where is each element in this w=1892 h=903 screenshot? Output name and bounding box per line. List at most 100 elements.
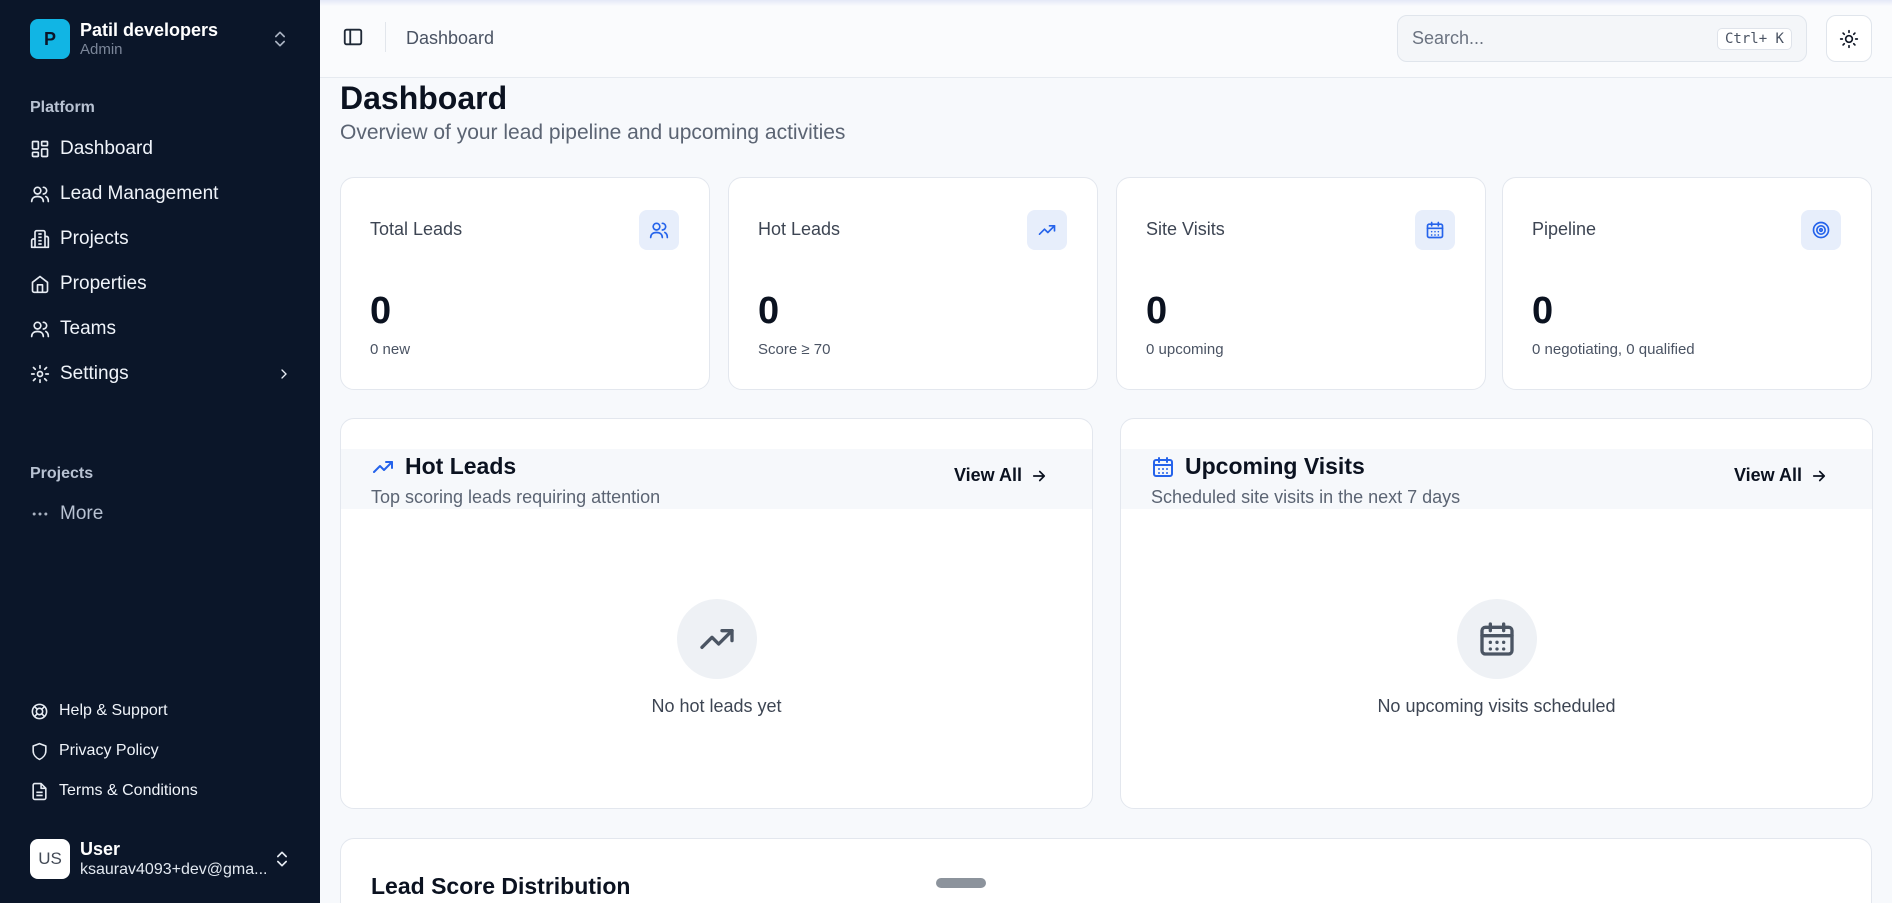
sidebar-item-label: More bbox=[60, 503, 104, 524]
stat-icon-box bbox=[1801, 210, 1841, 250]
empty-state-text: No hot leads yet bbox=[651, 696, 782, 716]
trending-up-icon bbox=[1038, 225, 1056, 235]
scroll-handle[interactable] bbox=[936, 878, 986, 888]
sidebar-item-teams[interactable]: Teams bbox=[30, 311, 292, 347]
stat-note: 0 upcoming bbox=[1146, 341, 1224, 358]
footer-link-label: Help & Support bbox=[59, 702, 168, 719]
sidebar-item-lead-management[interactable]: Lead Management bbox=[30, 176, 292, 212]
stat-icon-box bbox=[639, 210, 679, 250]
user-menu[interactable]: US User ksaurav4093+dev@gma... bbox=[30, 836, 292, 882]
stat-value: 0 bbox=[1146, 290, 1168, 332]
sun-icon bbox=[1839, 29, 1859, 48]
users-icon bbox=[30, 186, 50, 203]
view-all-visits-button[interactable]: View All bbox=[1734, 465, 1828, 486]
trending-up-icon bbox=[699, 629, 734, 649]
page-subtitle: Overview of your lead pipeline and upcom… bbox=[340, 121, 846, 144]
panel-title: Lead Score Distribution bbox=[371, 873, 631, 899]
users-icon bbox=[649, 222, 669, 239]
stat-label: Site Visits bbox=[1146, 219, 1225, 239]
gear-icon bbox=[30, 364, 50, 384]
stat-label: Hot Leads bbox=[758, 219, 841, 239]
view-all-hot-leads-button[interactable]: View All bbox=[954, 465, 1048, 486]
panel-subtitle: Scheduled site visits in the next 7 days bbox=[1151, 487, 1461, 507]
view-all-label: View All bbox=[953, 465, 1022, 485]
projects-group-label: Projects bbox=[30, 465, 94, 482]
document-icon bbox=[32, 782, 47, 800]
stat-card-total-leads: Total Leads 0 0 new bbox=[340, 177, 710, 390]
calendar-icon bbox=[1153, 456, 1173, 477]
panel-title: Hot Leads bbox=[371, 453, 516, 480]
sidebar-item-label: Dashboard bbox=[60, 138, 153, 159]
view-all-label: View All bbox=[1733, 465, 1802, 485]
chevrons-up-down-icon bbox=[275, 31, 285, 47]
org-role: Admin bbox=[80, 41, 123, 58]
target-icon bbox=[1812, 221, 1830, 239]
footer-link-label: Terms & Conditions bbox=[59, 782, 198, 799]
dashboard-icon bbox=[31, 140, 49, 158]
theme-toggle-button[interactable] bbox=[1826, 15, 1872, 62]
org-name: Patil developers bbox=[80, 20, 219, 40]
stat-value: 0 bbox=[370, 290, 392, 332]
sidebar-item-label: Projects bbox=[60, 228, 129, 249]
panel-title-text: Upcoming Visits bbox=[1185, 453, 1365, 479]
avatar: US bbox=[30, 839, 70, 879]
shield-icon bbox=[32, 742, 47, 760]
chevron-right-icon bbox=[281, 369, 287, 379]
building-icon bbox=[30, 229, 50, 249]
panel-subtitle: Top scoring leads requiring attention bbox=[371, 487, 661, 507]
chevrons-up-down-icon bbox=[277, 851, 287, 867]
panel-title: Upcoming Visits bbox=[1151, 453, 1365, 480]
search-input[interactable]: Search... Ctrl+ K bbox=[1397, 15, 1807, 62]
platform-group-label: Platform bbox=[30, 99, 95, 116]
org-logo: P bbox=[30, 19, 70, 59]
sidebar-item-label: Settings bbox=[60, 363, 129, 384]
stat-note: Score ≥ 70 bbox=[758, 341, 831, 358]
home-icon bbox=[31, 275, 49, 294]
terms-conditions-link[interactable]: Terms & Conditions bbox=[30, 776, 292, 806]
topbar-divider bbox=[385, 22, 386, 52]
arrow-right-icon bbox=[1032, 470, 1046, 481]
arrow-right-icon bbox=[1812, 470, 1826, 481]
empty-state-icon-circle bbox=[676, 599, 757, 679]
stat-icon-box bbox=[1027, 210, 1067, 250]
empty-state-icon-circle bbox=[1456, 599, 1537, 679]
org-switcher[interactable]: P Patil developers Admin bbox=[30, 18, 290, 60]
sidebar: P Patil developers Admin Platform Dashbo… bbox=[0, 0, 320, 903]
sidebar-item-label: Lead Management bbox=[60, 183, 219, 204]
help-support-link[interactable]: Help & Support bbox=[30, 696, 292, 726]
hot-leads-panel: Hot Leads Top scoring leads requiring at… bbox=[340, 418, 1093, 809]
sidebar-item-projects[interactable]: Projects bbox=[30, 221, 292, 257]
breadcrumb: Dashboard bbox=[406, 28, 495, 48]
stat-card-hot-leads: Hot Leads 0 Score ≥ 70 bbox=[728, 177, 1098, 390]
topbar: Dashboard Search... Ctrl+ K bbox=[320, 0, 1892, 78]
topbar-glow bbox=[320, 0, 1892, 6]
stat-card-pipeline: Pipeline 0 0 negotiating, 0 qualified bbox=[1502, 177, 1872, 390]
sidebar-item-more[interactable]: More bbox=[30, 496, 292, 532]
panel-title-text: Hot Leads bbox=[405, 453, 517, 479]
user-name: User bbox=[80, 839, 121, 859]
stat-icon-box bbox=[1415, 210, 1455, 250]
privacy-policy-link[interactable]: Privacy Policy bbox=[30, 736, 292, 766]
stat-label: Total Leads bbox=[370, 219, 463, 239]
stat-note: 0 negotiating, 0 qualified bbox=[1532, 341, 1695, 358]
stat-label: Pipeline bbox=[1532, 219, 1597, 239]
search-shortcut: Ctrl+ K bbox=[1716, 27, 1792, 50]
upcoming-visits-panel: Upcoming Visits Scheduled site visits in… bbox=[1120, 418, 1873, 809]
lead-score-distribution-panel: Lead Score Distribution bbox=[340, 838, 1872, 903]
trending-up-icon bbox=[373, 460, 393, 473]
calendar-icon bbox=[1426, 221, 1444, 239]
sidebar-item-properties[interactable]: Properties bbox=[30, 266, 292, 302]
sidebar-item-label: Teams bbox=[60, 318, 116, 339]
stat-value: 0 bbox=[1532, 290, 1554, 332]
sidebar-item-label: Properties bbox=[60, 273, 147, 294]
lifebuoy-icon bbox=[31, 703, 48, 719]
search-placeholder: Search... bbox=[1412, 28, 1485, 48]
footer-link-label: Privacy Policy bbox=[59, 742, 159, 759]
sidebar-item-dashboard[interactable]: Dashboard bbox=[30, 131, 292, 167]
sidebar-toggle-icon[interactable] bbox=[342, 26, 364, 48]
users-icon bbox=[30, 321, 50, 338]
page-title: Dashboard bbox=[340, 80, 508, 116]
sidebar-item-settings[interactable]: Settings bbox=[30, 356, 292, 392]
more-horizontal-icon bbox=[32, 512, 48, 516]
stat-card-site-visits: Site Visits 0 0 upcoming bbox=[1116, 177, 1486, 390]
